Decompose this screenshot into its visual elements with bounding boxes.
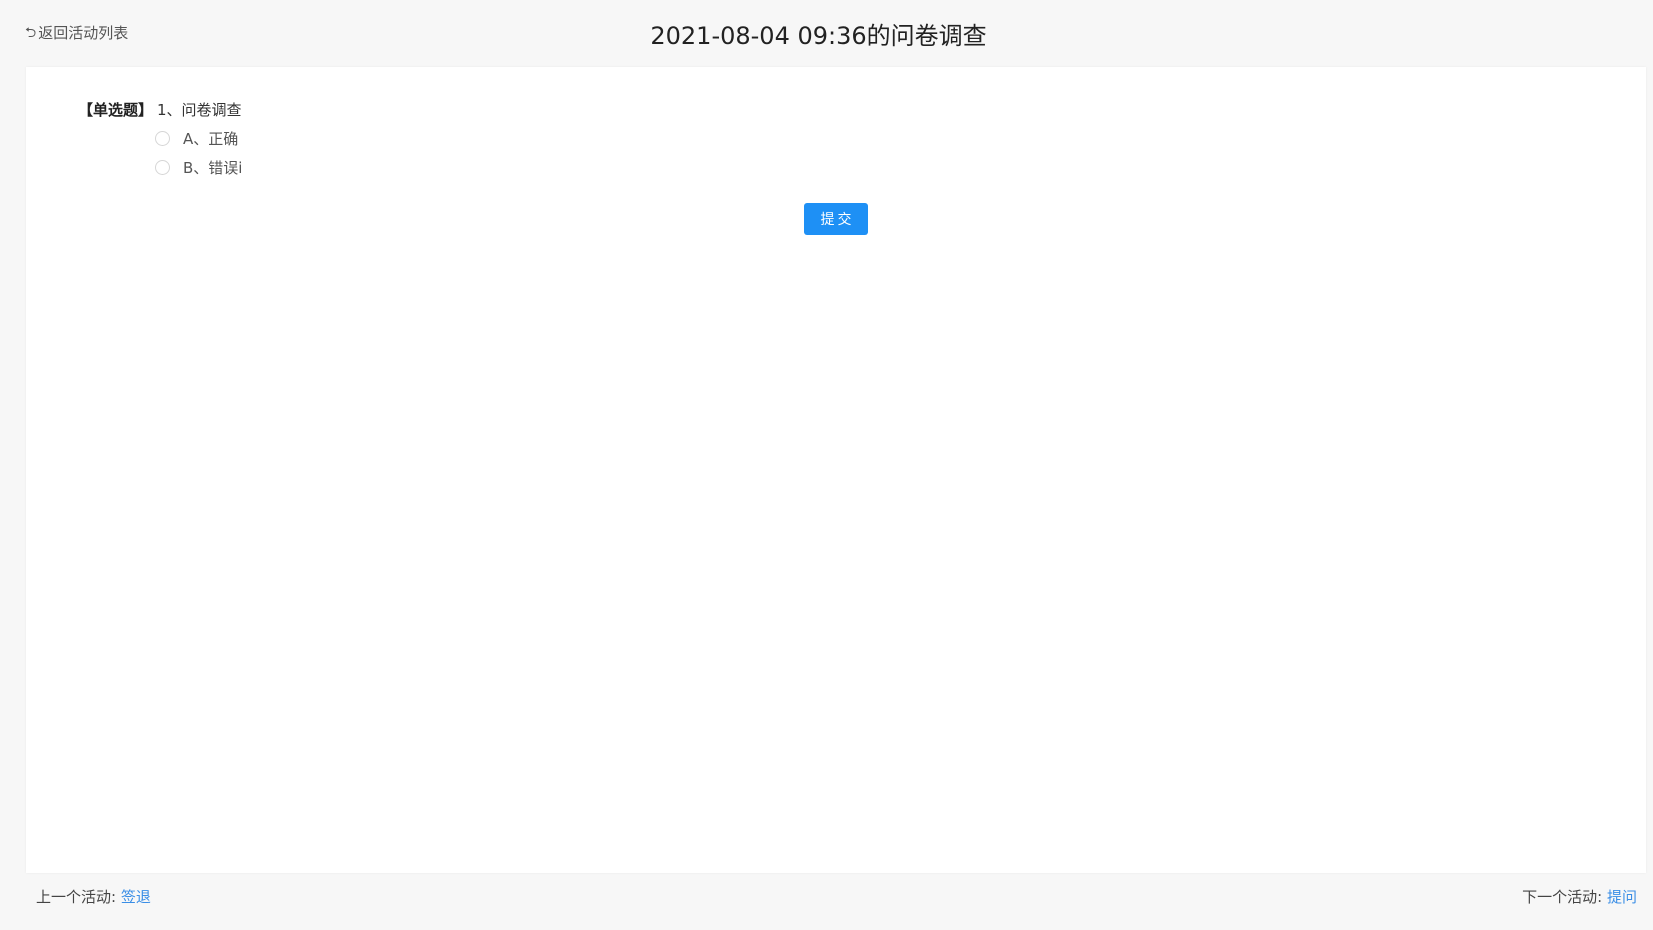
survey-card: 【单选题】 1、问卷调查 A、正确 B、错误i 提交 xyxy=(26,67,1646,873)
header: ⮌ 返回活动列表 2021-08-04 09:36的问卷调查 xyxy=(0,0,1653,66)
option-a-radio[interactable] xyxy=(155,131,170,146)
next-activity-link[interactable]: 提问 xyxy=(1607,888,1637,906)
question-text: 1、问卷调查 xyxy=(157,101,242,119)
question-header: 【单选题】 1、问卷调查 xyxy=(78,99,242,120)
option-b[interactable]: B、错误i xyxy=(155,153,242,182)
previous-activity-prefix: 上一个活动: xyxy=(36,888,121,906)
question-block: 【单选题】 1、问卷调查 A、正确 B、错误i xyxy=(78,99,242,182)
option-b-label: B、错误i xyxy=(183,159,243,177)
previous-activity-link[interactable]: 签退 xyxy=(121,888,151,906)
previous-activity: 上一个活动: 签退 xyxy=(36,886,151,907)
submit-button[interactable]: 提交 xyxy=(804,203,868,235)
option-a-label: A、正确 xyxy=(183,130,239,148)
next-activity-prefix: 下一个活动: xyxy=(1522,888,1607,906)
question-type-label: 【单选题】 xyxy=(78,101,154,119)
next-activity: 下一个活动: 提问 xyxy=(1522,886,1637,907)
option-a[interactable]: A、正确 xyxy=(155,124,242,153)
option-b-radio[interactable] xyxy=(155,160,170,175)
options-list: A、正确 B、错误i xyxy=(155,124,242,182)
page-title: 2021-08-04 09:36的问卷调查 xyxy=(650,22,987,50)
